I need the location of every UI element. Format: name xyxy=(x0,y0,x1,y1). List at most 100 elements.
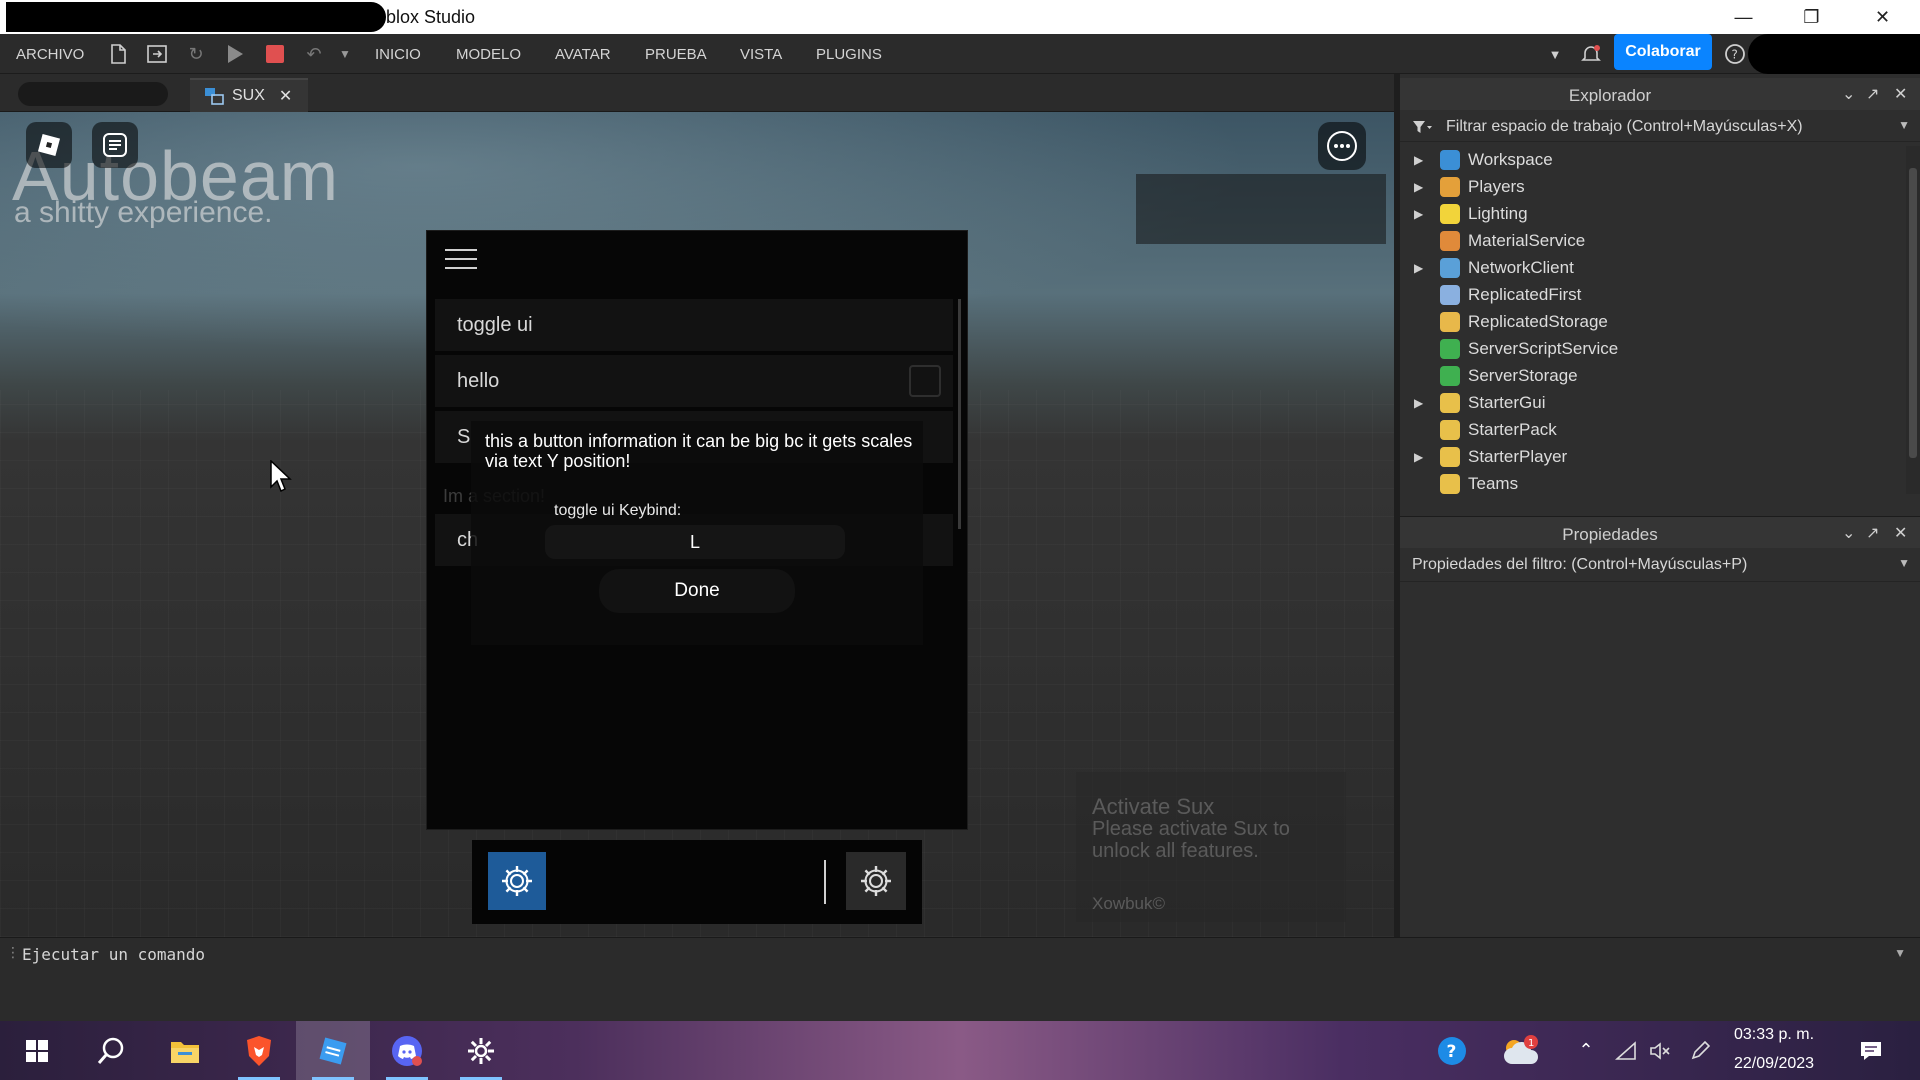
clock-time[interactable]: 03:33 p. m. xyxy=(1734,1026,1814,1044)
windows-start-icon[interactable] xyxy=(0,1021,74,1080)
expand-arrow-icon[interactable]: ▶ xyxy=(1414,261,1423,275)
undock-icon[interactable]: ↗ xyxy=(1866,523,1879,543)
redacted-area xyxy=(1748,34,1920,74)
stop-icon[interactable] xyxy=(264,43,286,65)
quick-access-dropdown-icon[interactable]: ▼ xyxy=(334,43,356,65)
restore-button[interactable]: ❐ xyxy=(1784,0,1839,34)
settings-gear-icon[interactable] xyxy=(846,852,906,910)
row-label: toggle ui xyxy=(457,314,533,336)
tab-sux[interactable]: SUX ✕ xyxy=(190,78,308,112)
new-file-icon[interactable] xyxy=(107,43,129,65)
explorer-item-starterpack[interactable]: StarterPack xyxy=(1400,416,1906,443)
explorer-item-replicatedfirst[interactable]: ReplicatedFirst xyxy=(1400,281,1906,308)
close-window-button[interactable]: ✕ xyxy=(1855,0,1910,34)
explorer-item-workspace[interactable]: ▶ Workspace xyxy=(1400,146,1906,173)
list-scrollbar[interactable] xyxy=(958,299,961,529)
show-hidden-icons-icon[interactable]: ⌃ xyxy=(1566,1021,1606,1080)
brave-browser-icon[interactable] xyxy=(222,1021,296,1080)
explorer-item-teams[interactable]: Teams xyxy=(1400,470,1906,497)
hamburger-menu-icon[interactable] xyxy=(445,249,477,271)
explorer-item-materialservice[interactable]: MaterialService xyxy=(1400,227,1906,254)
close-icon[interactable]: ✕ xyxy=(1894,523,1907,543)
file-menu[interactable]: ARCHIVO xyxy=(16,46,84,63)
properties-filter[interactable]: Propiedades del filtro: (Control+Mayúscu… xyxy=(1400,550,1920,582)
undock-icon[interactable]: ↗ xyxy=(1866,84,1879,104)
expand-arrow-icon[interactable]: ▶ xyxy=(1414,450,1423,464)
notification-bell-icon[interactable] xyxy=(1580,43,1602,65)
search-icon[interactable] xyxy=(74,1021,148,1080)
command-bar[interactable]: ⋮ Ejecutar un comando ▼ xyxy=(0,937,1920,969)
command-input[interactable]: Ejecutar un comando xyxy=(22,945,205,964)
tab-modelo[interactable]: MODELO xyxy=(456,46,521,63)
chat-icon[interactable] xyxy=(92,122,138,168)
expand-arrow-icon[interactable]: ▶ xyxy=(1414,396,1423,410)
expand-arrow-icon[interactable]: ▶ xyxy=(1414,207,1423,221)
hello-checkbox[interactable] xyxy=(909,365,941,397)
close-tab-icon[interactable]: ✕ xyxy=(279,86,292,106)
svg-text:?: ? xyxy=(1732,48,1738,62)
publish-icon[interactable] xyxy=(146,43,168,65)
game-viewport[interactable]: Autobeam a shitty experience. toggle ui … xyxy=(0,112,1394,937)
chevron-down-icon[interactable]: ▼ xyxy=(1894,946,1906,960)
pen-icon[interactable] xyxy=(1680,1021,1720,1080)
chevron-down-icon[interactable]: ▼ xyxy=(1898,118,1910,132)
explorer-filter-text: Filtrar espacio de trabajo (Control+Mayú… xyxy=(1446,118,1803,135)
toggle-ui-row[interactable]: toggle ui xyxy=(435,299,953,351)
tab-plugins[interactable]: PLUGINS xyxy=(816,46,882,63)
explorer-item-starterplayer[interactable]: ▶ StarterPlayer xyxy=(1400,443,1906,470)
file-explorer-icon[interactable] xyxy=(148,1021,222,1080)
starterplayer-icon xyxy=(1440,446,1460,467)
explorer-item-serverstorage[interactable]: ServerStorage xyxy=(1400,362,1906,389)
explorer-item-startergui[interactable]: ▶ StarterGui xyxy=(1400,389,1906,416)
expand-arrow-icon[interactable]: ▶ xyxy=(1414,153,1423,167)
help-icon[interactable]: ? xyxy=(1724,43,1746,65)
chevron-down-icon[interactable]: ⌄ xyxy=(1842,523,1855,543)
workspace-icon xyxy=(1440,149,1460,170)
watermark-credit: Xowbuk© xyxy=(1092,894,1166,913)
explorer-item-label: StarterPack xyxy=(1468,419,1557,439)
explorer-item-label: StarterGui xyxy=(1468,392,1546,412)
roblox-menu-icon[interactable] xyxy=(26,122,72,168)
roblox-studio-taskbar-icon[interactable] xyxy=(296,1021,370,1080)
weather-tray-icon[interactable]: 1 xyxy=(1490,1021,1550,1080)
explorer-item-lighting[interactable]: ▶ Lighting xyxy=(1400,200,1906,227)
tab-vista[interactable]: VISTA xyxy=(740,46,782,63)
explorer-item-label: ReplicatedStorage xyxy=(1468,311,1608,331)
undo-icon[interactable]: ↶ xyxy=(303,43,325,65)
chevron-down-icon[interactable]: ▼ xyxy=(1544,43,1566,65)
hello-toggle-row[interactable]: hello xyxy=(435,355,953,407)
properties-header: Propiedades ⌄ ↗ ✕ xyxy=(1400,516,1920,548)
volume-muted-icon[interactable] xyxy=(1640,1021,1680,1080)
explorer-item-serverscriptservice[interactable]: ServerScriptService xyxy=(1400,335,1906,362)
done-button[interactable]: Done xyxy=(599,569,795,613)
explorer-item-replicatedstorage[interactable]: ReplicatedStorage xyxy=(1400,308,1906,335)
expand-arrow-icon[interactable]: ▶ xyxy=(1414,180,1423,194)
explorer-filter[interactable]: Filtrar espacio de trabajo (Control+Mayú… xyxy=(1400,112,1920,142)
chevron-down-icon[interactable]: ⌄ xyxy=(1842,84,1855,104)
collaborate-button[interactable]: Colaborar xyxy=(1614,34,1712,70)
tab-sux-label: SUX xyxy=(232,87,265,104)
explorer-scrollbar[interactable] xyxy=(1906,146,1920,494)
more-options-icon[interactable] xyxy=(1318,122,1366,170)
discord-icon[interactable] xyxy=(370,1021,444,1080)
settings-app-icon[interactable] xyxy=(444,1021,518,1080)
chevron-down-icon[interactable]: ▼ xyxy=(1898,556,1910,570)
settings-gear-icon[interactable] xyxy=(488,852,546,910)
drag-handle-icon[interactable]: ⋮ xyxy=(6,944,20,961)
tab-inicio[interactable]: INICIO xyxy=(375,46,421,63)
tab-prueba[interactable]: PRUEBA xyxy=(645,46,707,63)
explorer-item-networkclient[interactable]: ▶ NetworkClient xyxy=(1400,254,1906,281)
action-center-icon[interactable] xyxy=(1834,1021,1908,1080)
svg-text:?: ? xyxy=(1447,1042,1457,1062)
explorer-item-players[interactable]: ▶ Players xyxy=(1400,173,1906,200)
clock-date[interactable]: 22/09/2023 xyxy=(1734,1055,1814,1073)
minimize-button[interactable]: — xyxy=(1716,0,1771,34)
explorer-item-label: ReplicatedFirst xyxy=(1468,284,1582,304)
tab-avatar[interactable]: AVATAR xyxy=(555,46,611,63)
help-tray-icon[interactable]: ? xyxy=(1422,1021,1482,1080)
serverstorage-icon xyxy=(1440,365,1460,386)
close-icon[interactable]: ✕ xyxy=(1894,84,1907,104)
play-icon[interactable] xyxy=(224,43,246,65)
redo-icon[interactable]: ↻ xyxy=(185,43,207,65)
keybind-input[interactable]: L xyxy=(545,525,845,559)
